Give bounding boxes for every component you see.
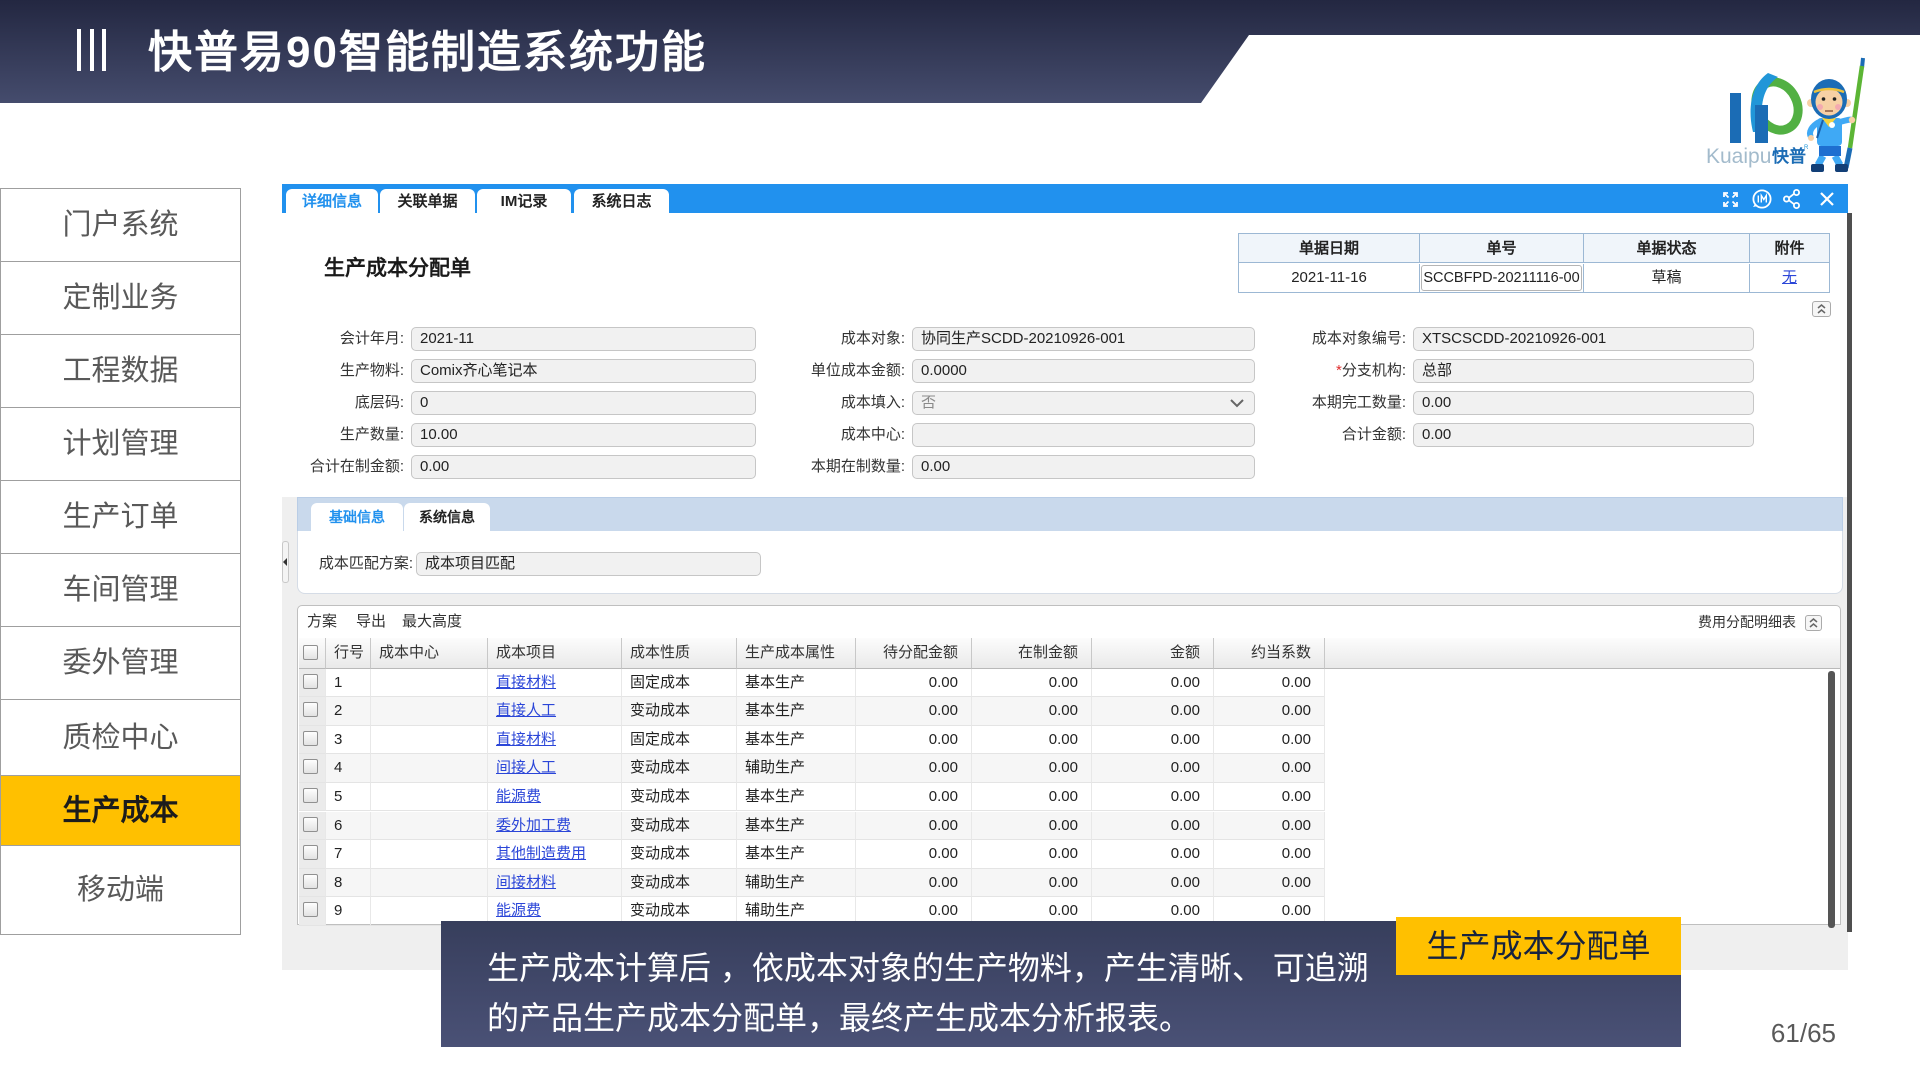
svg-text:R: R	[1804, 145, 1809, 151]
svg-text:快普: 快普	[1772, 146, 1806, 166]
svg-text:Kuaipu: Kuaipu	[1706, 145, 1771, 168]
